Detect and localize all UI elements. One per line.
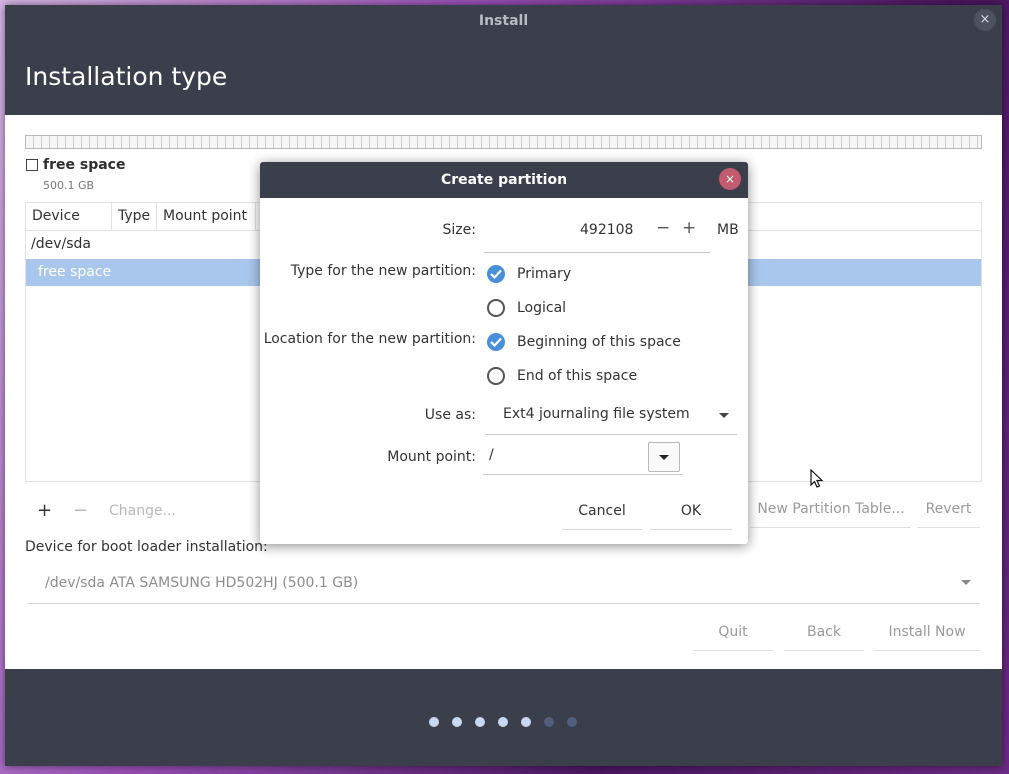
progress-dot bbox=[498, 717, 508, 727]
title-bar: Install × Installation type bbox=[5, 5, 1002, 115]
checkmark-icon bbox=[490, 337, 502, 347]
new-partition-table-button[interactable]: New Partition Table... bbox=[751, 491, 911, 528]
dialog-header: Create partition × bbox=[260, 162, 748, 198]
end-radio-label[interactable]: End of this space bbox=[517, 368, 637, 384]
window-title: Install bbox=[478, 13, 529, 29]
dialog-title: Create partition bbox=[440, 172, 568, 188]
chevron-down-icon bbox=[659, 455, 669, 460]
beginning-radio[interactable] bbox=[487, 333, 505, 351]
column-header-type[interactable]: Type bbox=[112, 203, 157, 230]
mount-point-value[interactable]: / bbox=[489, 447, 494, 463]
footer bbox=[5, 669, 1002, 766]
size-value[interactable]: 492108 bbox=[580, 222, 633, 238]
free-space-legend-swatch bbox=[26, 159, 38, 171]
column-header-mount-point[interactable]: Mount point bbox=[157, 203, 256, 230]
beginning-radio-label[interactable]: Beginning of this space bbox=[517, 334, 681, 350]
add-partition-button[interactable]: + bbox=[37, 500, 52, 521]
create-partition-dialog: Create partition × Size: 492108 − + MB T… bbox=[260, 162, 748, 544]
logical-radio-label[interactable]: Logical bbox=[517, 300, 566, 316]
size-unit: MB bbox=[717, 222, 739, 238]
progress-dot bbox=[475, 717, 485, 727]
change-partition-button[interactable]: Change... bbox=[109, 503, 176, 519]
remove-partition-button[interactable]: − bbox=[73, 500, 88, 521]
increment-button[interactable]: + bbox=[682, 218, 696, 238]
row-device: /dev/sda bbox=[31, 236, 91, 252]
install-now-button[interactable]: Install Now bbox=[874, 614, 980, 651]
progress-dot bbox=[429, 717, 439, 727]
legend-size: 500.1 GB bbox=[43, 179, 95, 192]
size-label: Size: bbox=[442, 222, 476, 238]
mount-point-dropdown-button[interactable] bbox=[648, 442, 680, 472]
dialog-close-button[interactable]: × bbox=[719, 168, 741, 190]
location-label: Location for the new partition: bbox=[263, 331, 476, 347]
decrement-button[interactable]: − bbox=[656, 218, 670, 238]
checkmark-icon bbox=[490, 269, 502, 279]
mouse-cursor-icon bbox=[810, 469, 824, 488]
ok-button[interactable]: OK bbox=[650, 493, 732, 530]
logical-radio[interactable] bbox=[487, 299, 505, 317]
legend-name: free space bbox=[43, 157, 126, 173]
progress-dot bbox=[521, 717, 531, 727]
page-title: Installation type bbox=[25, 62, 228, 91]
chevron-down-icon bbox=[719, 413, 729, 418]
bootloader-label: Device for boot loader installation: bbox=[25, 539, 268, 555]
use-as-combobox[interactable]: Ext4 journaling file system bbox=[485, 398, 737, 435]
progress-dot bbox=[544, 717, 554, 727]
bootloader-device-select[interactable]: /dev/sda ATA SAMSUNG HD502HJ (500.1 GB) bbox=[27, 563, 980, 604]
disk-usage-bar bbox=[25, 135, 982, 149]
window-close-button[interactable]: × bbox=[974, 9, 996, 31]
mount-point-label: Mount point: bbox=[387, 449, 476, 465]
column-header-device[interactable]: Device bbox=[26, 203, 112, 230]
size-spinbox[interactable]: 492108 − + bbox=[484, 214, 710, 253]
revert-button[interactable]: Revert bbox=[917, 491, 980, 528]
primary-radio[interactable] bbox=[487, 265, 505, 283]
chevron-down-icon bbox=[961, 580, 971, 585]
use-as-label: Use as: bbox=[424, 407, 476, 423]
progress-dot bbox=[452, 717, 462, 727]
use-as-value: Ext4 journaling file system bbox=[503, 406, 690, 422]
primary-radio-label[interactable]: Primary bbox=[517, 266, 571, 282]
quit-button[interactable]: Quit bbox=[693, 614, 773, 651]
bootloader-device-value: /dev/sda ATA SAMSUNG HD502HJ (500.1 GB) bbox=[45, 575, 359, 591]
row-device: free space bbox=[38, 264, 112, 280]
type-label: Type for the new partition: bbox=[290, 263, 476, 279]
back-button[interactable]: Back bbox=[784, 614, 864, 651]
progress-dot bbox=[567, 717, 577, 727]
cancel-button[interactable]: Cancel bbox=[562, 493, 642, 530]
end-radio[interactable] bbox=[487, 367, 505, 385]
